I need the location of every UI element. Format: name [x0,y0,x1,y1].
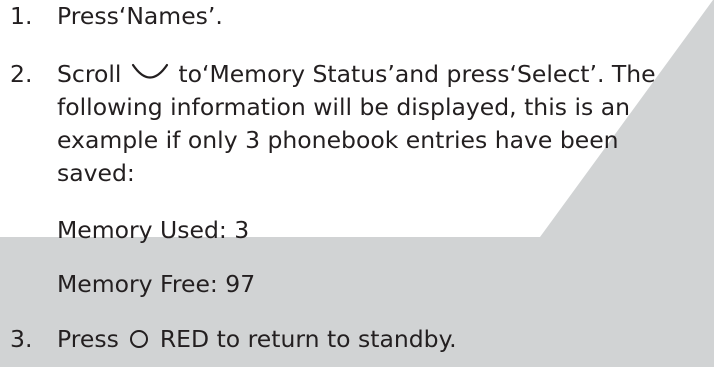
step-text-line-3: example if only 3 phonebook entries have… [57,126,619,154]
step-number: 2. [10,60,33,88]
step-text: Press‘Names’. [57,2,223,30]
memory-free: Memory Free: 97 [57,270,256,298]
press-word: Press [57,325,119,353]
step-text-line-2: following information will be displayed,… [57,93,630,121]
step-text: Press RED to return to standby. [57,323,457,356]
memory-used: Memory Used: 3 [57,216,250,244]
instruction-list: 1. Press‘Names’. 2. Scroll to‘Memory Sta… [0,0,714,367]
scroll-down-icon [131,63,169,79]
step-instruction: RED to return to standby. [159,325,457,353]
step-number: 1. [10,2,33,30]
red-button-icon [130,329,149,348]
step-instruction: to‘Memory Status’and press‘Select’. The [178,60,656,88]
step-text-line-4: saved: [57,159,135,187]
scroll-word: Scroll [57,60,122,88]
step-text-line-1: Scroll to‘Memory Status’and press‘Select… [57,58,656,91]
step-number: 3. [10,325,33,353]
